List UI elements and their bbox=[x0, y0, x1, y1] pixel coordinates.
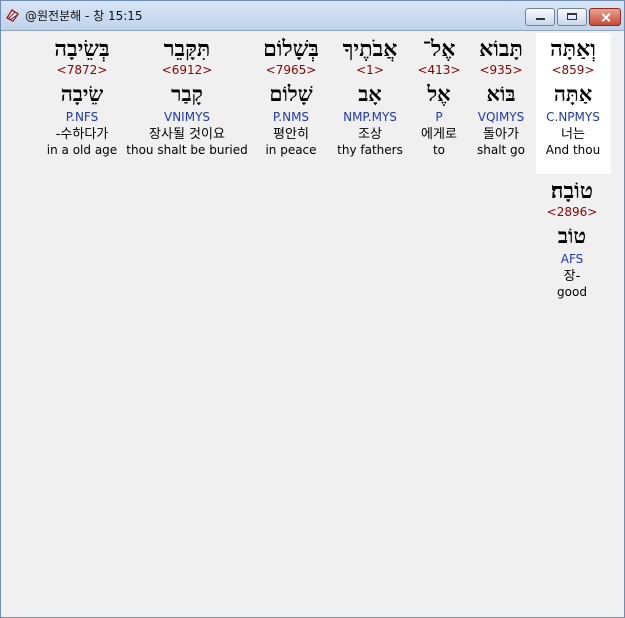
root-word: אַתָּה bbox=[553, 81, 593, 106]
strong-number: <7872> bbox=[56, 63, 108, 77]
title-bar[interactable]: @원전분해 - 창 15:15 bbox=[1, 1, 624, 31]
minimize-button[interactable] bbox=[525, 8, 555, 26]
english-gloss: good bbox=[557, 285, 587, 299]
english-gloss: in a old age bbox=[46, 143, 118, 157]
hebrew-word: טוֹבָה׃ bbox=[550, 178, 594, 204]
strong-number: <935> bbox=[479, 63, 523, 77]
hebrew-word: אֶל־ bbox=[422, 36, 456, 62]
english-gloss: to bbox=[432, 143, 446, 157]
root-word: טוֹב bbox=[557, 223, 587, 248]
korean-gloss: -수하다가 bbox=[55, 127, 109, 142]
root-word: אֶל bbox=[427, 81, 451, 106]
korean-gloss: 장사될 것이요 bbox=[149, 127, 225, 142]
strong-number: <2896> bbox=[546, 205, 598, 219]
word-block-4[interactable]: אֲבֹתֶיךָ <1> אָב NMP.MYS 조상 thy fathers bbox=[334, 37, 406, 157]
morphology-code: NMP.MYS bbox=[343, 110, 397, 124]
analysis-panel: וְאַתָּה <859> אַתָּה C.NPMYS 너는 And tho… bbox=[1, 31, 624, 617]
hebrew-word: תָּבוֹא bbox=[479, 36, 523, 62]
word-block-5[interactable]: בְּשָׁלוֹם <7965> שָׁלוֹם P.NMS 평안히 in p… bbox=[253, 37, 329, 157]
hebrew-word: בְּשָׁלוֹם bbox=[263, 36, 319, 62]
morphology-code: P.NFS bbox=[65, 110, 99, 124]
window-title: @원전분해 - 창 15:15 bbox=[25, 9, 143, 23]
morphology-code: VNIMYS bbox=[163, 110, 211, 124]
strong-number: <6912> bbox=[161, 63, 213, 77]
hebrew-word: בְּשֵׂיבָה bbox=[54, 36, 110, 62]
morphology-code: P.NMS bbox=[272, 110, 310, 124]
korean-gloss: 장- bbox=[563, 269, 581, 284]
close-button[interactable] bbox=[589, 8, 621, 26]
english-gloss: in peace bbox=[265, 143, 317, 157]
korean-gloss: 돌아가 bbox=[483, 127, 519, 142]
strong-number: <413> bbox=[417, 63, 461, 77]
hebrew-word: אֲבֹתֶיךָ bbox=[342, 36, 398, 62]
morphology-code: VQIMYS bbox=[477, 110, 525, 124]
word-block-1[interactable]: וְאַתָּה <859> אַתָּה C.NPMYS 너는 And tho… bbox=[537, 37, 609, 157]
word-block-2[interactable]: תָּבוֹא <935> בּוֹא VQIMYS 돌아가 shalt go bbox=[470, 37, 532, 157]
hebrew-word: וְאַתָּה bbox=[550, 36, 596, 62]
strong-number: <7965> bbox=[265, 63, 317, 77]
word-block-6[interactable]: תִּקָּבֵר <6912> קָבַר VNIMYS 장사될 것이요 th… bbox=[125, 37, 249, 157]
root-word: אָב bbox=[358, 81, 382, 106]
strong-number: <1> bbox=[356, 63, 384, 77]
app-window: @원전분해 - 창 15:15 וְאַתָּה <859> אַתָּה C.… bbox=[0, 0, 625, 618]
korean-gloss: 에게로 bbox=[421, 127, 457, 142]
english-gloss: thou shalt be buried bbox=[126, 143, 248, 157]
english-gloss: And thou bbox=[545, 143, 601, 157]
root-word: קָבַר bbox=[171, 81, 203, 106]
root-word: שָׁלוֹם bbox=[269, 81, 313, 106]
english-gloss: thy fathers bbox=[337, 143, 403, 157]
english-gloss: shalt go bbox=[476, 143, 526, 157]
morphology-code: C.NPMYS bbox=[546, 110, 600, 124]
morphology-code: AFS bbox=[560, 252, 584, 266]
root-word: בּוֹא bbox=[486, 81, 516, 106]
app-icon bbox=[5, 9, 19, 22]
word-block-3[interactable]: אֶל־ <413> אֶל P 에게로 to bbox=[411, 37, 467, 157]
word-block-8[interactable]: טוֹבָה׃ <2896> טוֹב AFS 장- good bbox=[534, 179, 610, 299]
strong-number: <859> bbox=[551, 63, 595, 77]
maximize-button[interactable] bbox=[557, 8, 587, 26]
root-word: שֵׂיבָה bbox=[60, 81, 104, 106]
korean-gloss: 너는 bbox=[561, 127, 585, 142]
korean-gloss: 조상 bbox=[358, 127, 382, 142]
hebrew-word: תִּקָּבֵר bbox=[163, 36, 211, 62]
morphology-code: P bbox=[435, 110, 443, 124]
word-block-7[interactable]: בְּשֵׂיבָה <7872> שֵׂיבָה P.NFS -수하다가 in… bbox=[43, 37, 121, 157]
korean-gloss: 평안히 bbox=[273, 127, 309, 142]
